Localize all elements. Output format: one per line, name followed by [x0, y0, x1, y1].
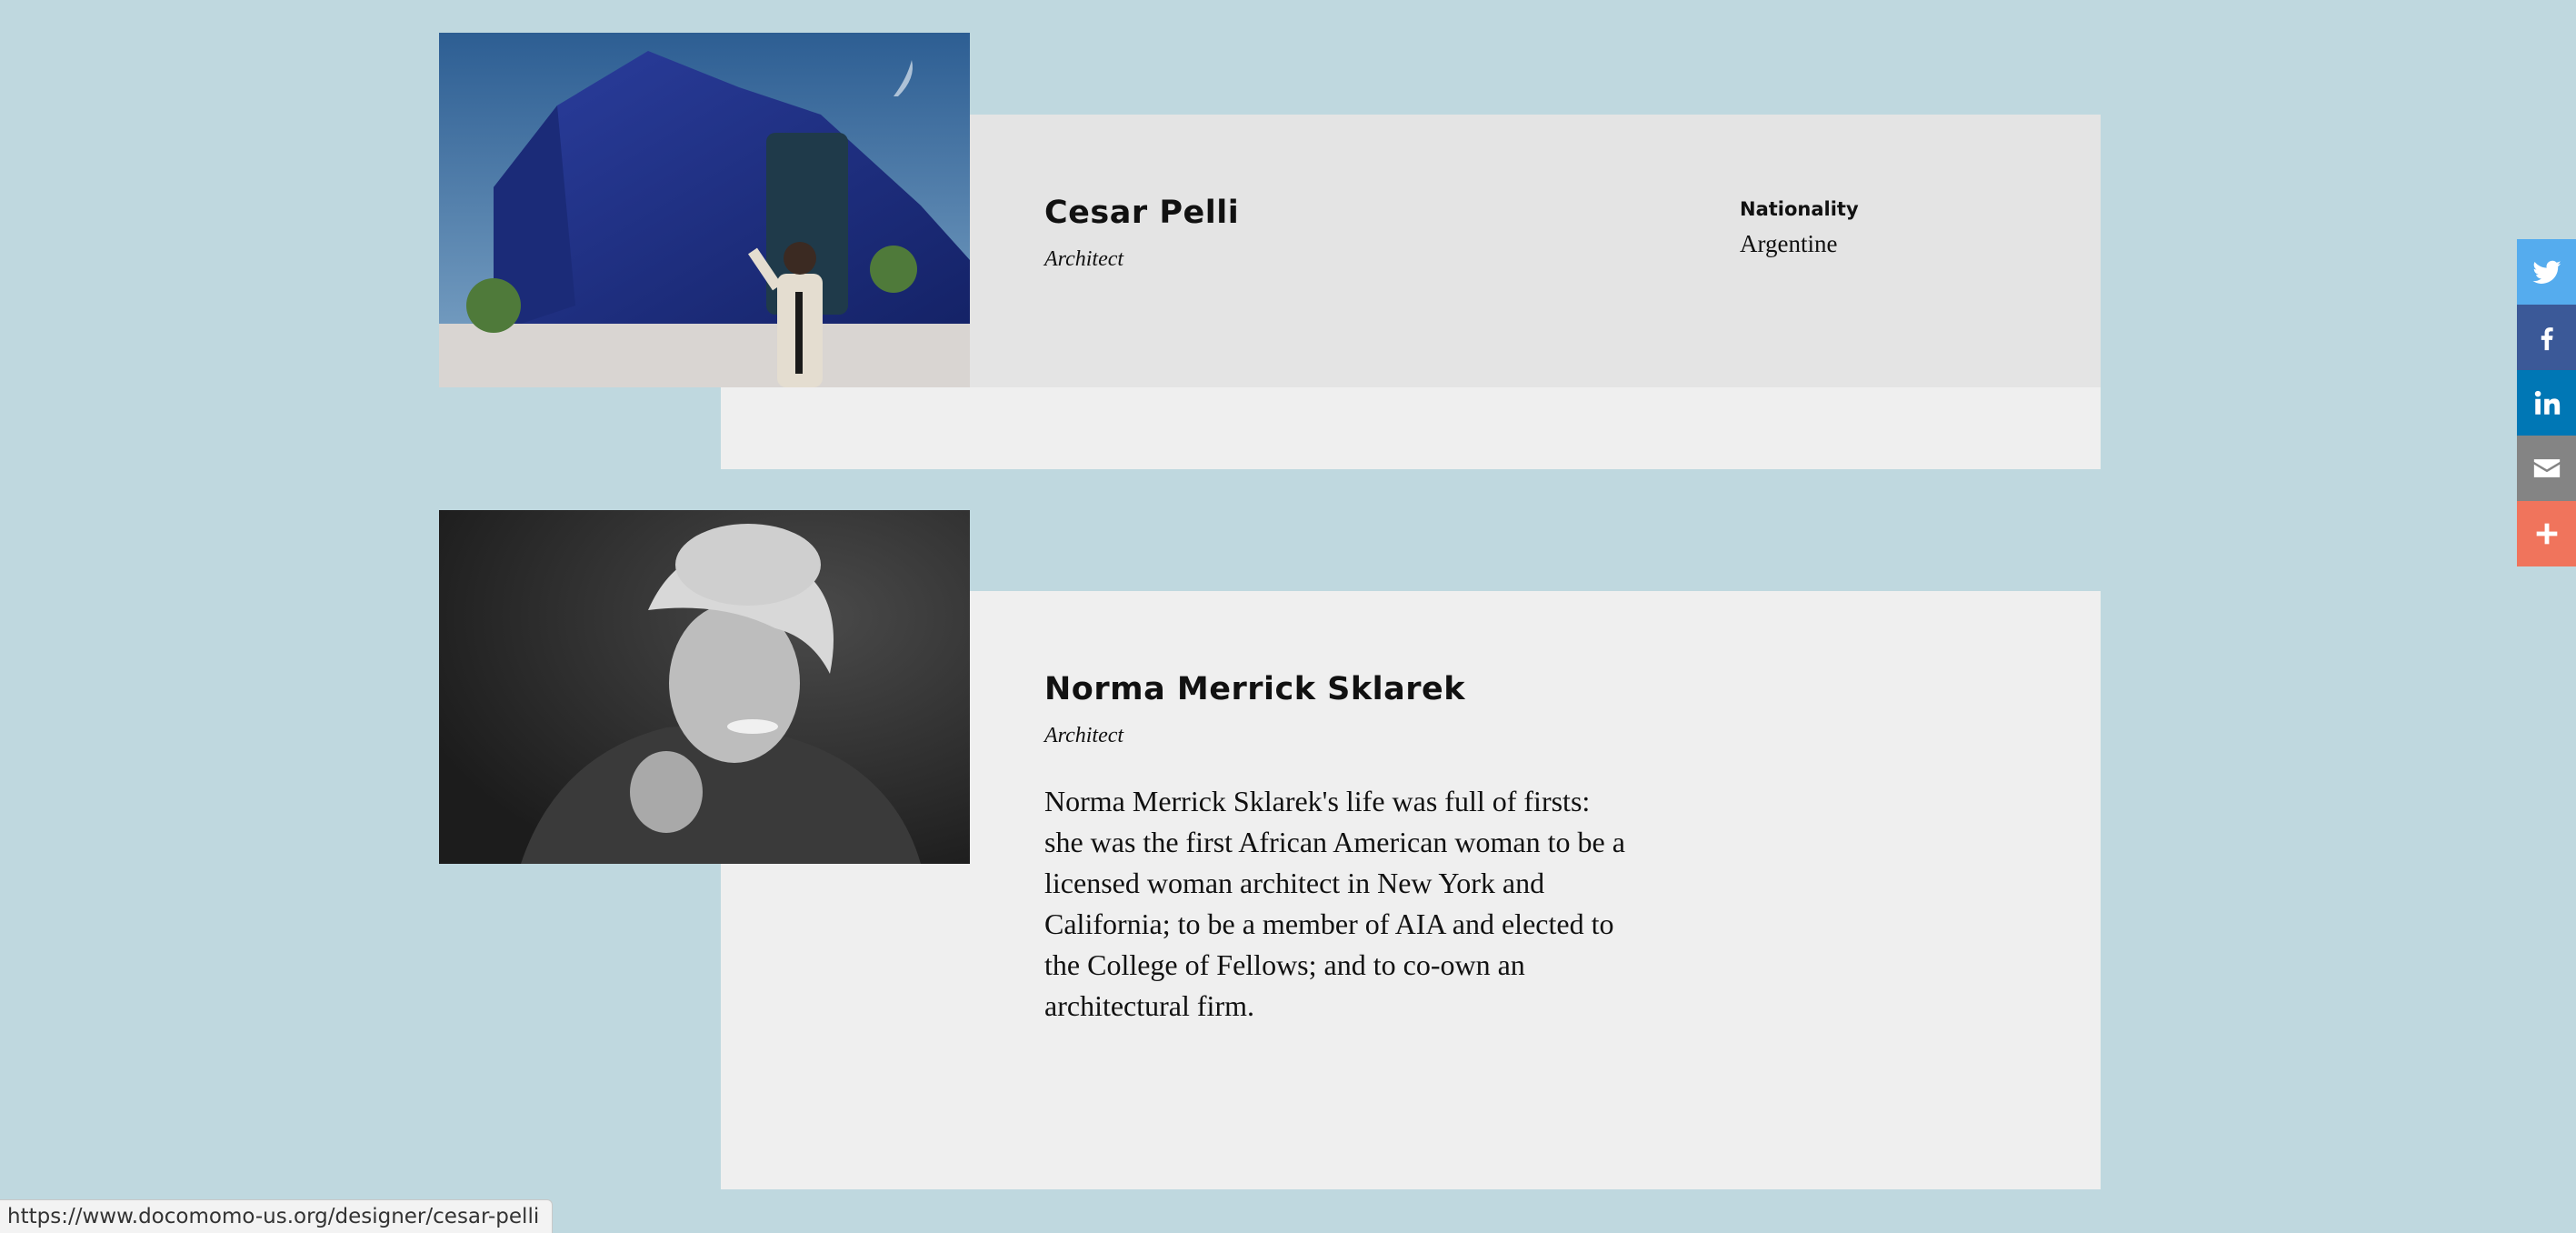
twitter-icon — [2531, 260, 2561, 284]
designer-card-norma-merrick-sklarek[interactable]: Norma Merrick Sklarek Architect Norma Me… — [0, 491, 2576, 1200]
designer-role: Architect — [1044, 247, 1124, 271]
email-icon — [2533, 459, 2560, 477]
share-bar — [2517, 239, 2576, 566]
designer-name[interactable]: Cesar Pelli — [1044, 195, 1239, 231]
more-share-button[interactable] — [2517, 501, 2576, 566]
designer-name[interactable]: Norma Merrick Sklarek — [1044, 671, 1465, 707]
plus-icon — [2536, 523, 2557, 545]
email-share-button[interactable] — [2517, 436, 2576, 501]
designer-description: Norma Merrick Sklarek's life was full of… — [1044, 785, 1625, 1022]
nationality-value: Argentine — [1740, 230, 1838, 257]
linkedin-share-button[interactable] — [2517, 370, 2576, 436]
twitter-share-button[interactable] — [2517, 239, 2576, 305]
designer-card-cesar-pelli[interactable]: Cesar Pelli Architect Nationality Argent… — [0, 0, 2576, 473]
designer-role: Architect — [1044, 724, 1124, 747]
designer-photo[interactable] — [439, 510, 970, 864]
facebook-share-button[interactable] — [2517, 305, 2576, 370]
facebook-icon — [2541, 327, 2553, 351]
designer-photo[interactable] — [439, 33, 970, 387]
linkedin-icon — [2534, 390, 2560, 415]
nationality-label: Nationality — [1740, 198, 1859, 220]
browser-status-url: https://www.docomomo-us.org/designer/ces… — [0, 1199, 554, 1233]
card-header-highlight — [969, 115, 2101, 387]
